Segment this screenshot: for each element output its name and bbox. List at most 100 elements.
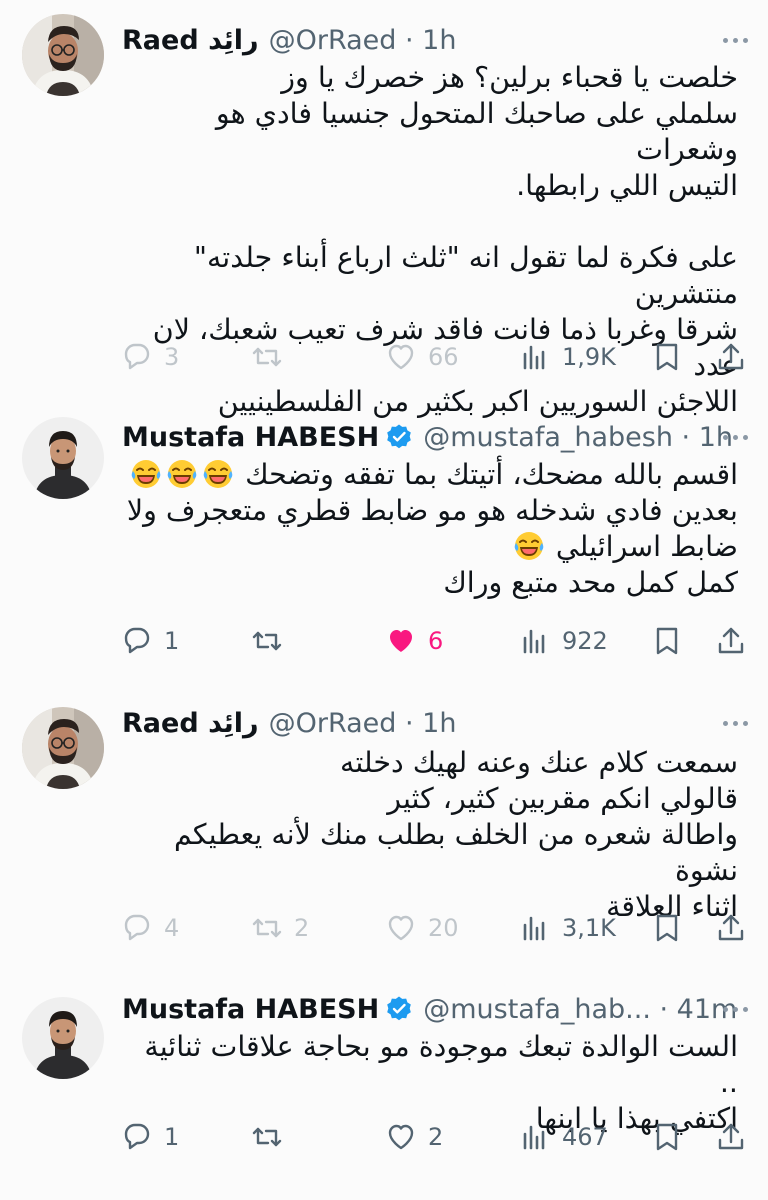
more-options-icon[interactable] [723, 705, 748, 741]
views-count: 3,1K [562, 914, 616, 942]
views-icon [523, 916, 545, 941]
views-icon [523, 345, 545, 370]
text-line: اقسم بالله مضحك، أتيتك بما تفقه وتضحك [122, 457, 738, 493]
text-line: خلصت يا قحباء برلين؟ هز خصرك يا وز [281, 61, 738, 94]
tweet-header: Mustafa HABESH @mustafa_habesh · 1h [122, 419, 733, 455]
handle-and-time[interactable]: @mustafa_habesh · 1h [423, 422, 733, 453]
views-button[interactable]: 1,9K [518, 335, 616, 379]
handle-and-time[interactable]: @mustafa_hab... · 41m [423, 994, 737, 1025]
handle-and-time[interactable]: @OrRaed · 1h [269, 25, 457, 56]
reply-icon [124, 914, 150, 941]
share-button[interactable] [714, 906, 748, 950]
bookmark-icon [656, 914, 678, 942]
text-line: سمعت كلام عنك وعنه لهيك دخلته [340, 746, 738, 779]
reply-count: 1 [164, 1123, 180, 1151]
more-options-icon[interactable] [723, 419, 748, 455]
bookmark-button[interactable] [650, 619, 684, 663]
share-icon [718, 627, 744, 654]
laughing-tears-emoji [130, 459, 162, 489]
author-name[interactable]: Raed رائِد [122, 25, 259, 56]
bookmark-button[interactable] [650, 335, 684, 379]
share-icon [718, 1123, 744, 1150]
author-name[interactable]: Mustafa HABESH [122, 422, 379, 453]
more-options-icon[interactable] [723, 991, 748, 1027]
text-line: ضابط اسرائيلي [122, 529, 738, 565]
tweet-text: اقسم بالله مضحك، أتيتك بما تفقه وتضحك بع… [122, 457, 738, 601]
tweet-1[interactable]: Raed رائِد @OrRaed · 1h خلصت يا قحباء بر… [0, 0, 768, 418]
like-count: 2 [428, 1123, 444, 1151]
tweet-4[interactable]: Mustafa HABESH @mustafa_hab... · 41m الس… [0, 975, 768, 1200]
reply-count: 3 [164, 343, 180, 371]
tweet-text: سمعت كلام عنك وعنه لهيك دخلته قالولي انك… [122, 745, 738, 925]
reply-button[interactable]: 1 [120, 619, 179, 663]
tweet-2[interactable]: Mustafa HABESH @mustafa_habesh · 1h اقسم… [0, 395, 768, 695]
action-bar: 3 66 1,9K [0, 335, 768, 379]
heart-icon [388, 344, 414, 370]
avatar[interactable] [22, 14, 104, 96]
reply-button[interactable]: 1 [120, 1115, 179, 1159]
text-line: قالولي انكم مقربين كثير، كثير [387, 782, 738, 815]
views-count: 922 [562, 627, 608, 655]
handle-and-time[interactable]: @OrRaed · 1h [269, 708, 457, 739]
action-bar: 4 2 20 3,1K [0, 906, 768, 950]
like-count: 20 [428, 914, 459, 942]
bookmark-icon [656, 1123, 678, 1151]
text-line: بعدين فادي شدخله هو مو ضابط قطري متعجرف … [126, 494, 738, 527]
views-button[interactable]: 3,1K [518, 906, 616, 950]
like-button[interactable]: 66 [384, 335, 459, 379]
repost-icon [252, 631, 282, 651]
reply-icon [124, 1123, 150, 1150]
like-count: 6 [428, 627, 444, 655]
laughing-tears-emoji [513, 531, 545, 561]
bookmark-button[interactable] [650, 1115, 684, 1159]
avatar[interactable] [22, 707, 104, 789]
reply-button[interactable]: 3 [120, 335, 179, 379]
text-line: على فكرة لما تقول انه "ثلث ارباع أبناء ج… [193, 241, 738, 310]
bookmark-icon [656, 627, 678, 655]
repost-count: 2 [294, 914, 310, 942]
views-icon [523, 1125, 545, 1150]
avatar[interactable] [22, 417, 104, 499]
like-button[interactable]: 2 [384, 1115, 443, 1159]
text-line: كمل كمل محد متبع وراك [443, 566, 738, 599]
text-line: سلملي على صاحبك المتحول جنسيا فادي هو وش… [215, 97, 738, 166]
verified-badge-icon [386, 995, 413, 1022]
bookmark-button[interactable] [650, 906, 684, 950]
repost-icon [252, 918, 282, 938]
share-button[interactable] [714, 619, 748, 663]
share-button[interactable] [714, 335, 748, 379]
views-count: 1,9K [562, 343, 616, 371]
verified-badge-icon [386, 423, 413, 450]
avatar[interactable] [22, 997, 104, 1079]
tweet-header: Raed رائِد @OrRaed · 1h [122, 705, 456, 741]
reply-icon [124, 343, 150, 370]
text-line: الست الوالدة تبعك موجودة مو بحاجة علاقات… [144, 1030, 738, 1099]
views-button[interactable]: 467 [518, 1115, 608, 1159]
reply-count: 4 [164, 914, 180, 942]
action-bar: 1 2 467 [0, 1115, 768, 1159]
like-button[interactable]: 20 [384, 906, 459, 950]
reply-button[interactable]: 4 [120, 906, 179, 950]
author-name[interactable]: Mustafa HABESH [122, 994, 379, 1025]
tweet-header: Raed رائِد @OrRaed · 1h [122, 22, 456, 58]
repost-button[interactable] [250, 1115, 294, 1159]
text-line: واطالة شعره من الخلف بطلب منك لأنه يعطيك… [173, 818, 738, 887]
repost-icon [252, 347, 282, 367]
more-options-icon[interactable] [723, 22, 748, 58]
text-line: التيس اللي رابطها. [516, 169, 738, 202]
laughing-tears-emoji [166, 459, 198, 489]
repost-button[interactable]: 2 [250, 906, 309, 950]
repost-button[interactable] [250, 335, 294, 379]
tweet-3[interactable]: Raed رائِد @OrRaed · 1h سمعت كلام عنك وع… [0, 695, 768, 975]
repost-button[interactable] [250, 619, 294, 663]
heart-icon [390, 630, 412, 652]
bookmark-icon [656, 343, 678, 371]
share-button[interactable] [714, 1115, 748, 1159]
tweet-header: Mustafa HABESH @mustafa_hab... · 41m [122, 991, 737, 1027]
like-button[interactable]: 6 [384, 619, 443, 663]
reply-count: 1 [164, 627, 180, 655]
author-name[interactable]: Raed رائِد [122, 708, 259, 739]
action-bar: 1 6 922 [0, 619, 768, 663]
views-count: 467 [562, 1123, 608, 1151]
views-button[interactable]: 922 [518, 619, 608, 663]
